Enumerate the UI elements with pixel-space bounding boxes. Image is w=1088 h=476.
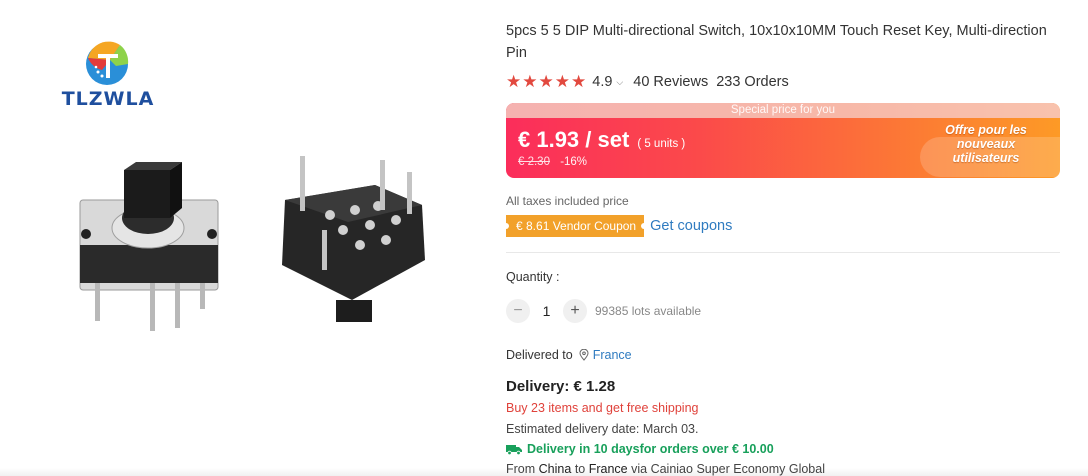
rating-value[interactable]: 4.9 [592, 74, 612, 90]
lots-available: 99385 lots available [595, 304, 702, 318]
quantity-stepper: − 1 + 99385 lots available [506, 299, 701, 323]
estimated-delivery: Estimated delivery date: March 03. [506, 422, 698, 436]
delivery-cost: Delivery: € 1.28 [506, 378, 616, 395]
orders-count: 233 Orders [716, 74, 789, 90]
delivered-to: Delivered to France [506, 348, 632, 362]
product-image[interactable] [60, 150, 440, 350]
increase-quantity-button[interactable]: + [563, 299, 587, 323]
current-price: € 1.93 / set [518, 127, 630, 152]
original-price: € 2.30 [518, 156, 550, 168]
vendor-coupon[interactable]: € 8.61 Vendor Coupon [502, 215, 648, 237]
price-units: ( 5 units ) [637, 138, 686, 150]
original-price-row: € 2.30 -16% [518, 156, 587, 168]
get-coupons-link[interactable]: Get coupons [650, 218, 732, 234]
brand-name: TLZWLA [61, 88, 155, 110]
star-rating[interactable]: ★ ★ ★ ★ ★ [506, 72, 586, 92]
discount-badge: -16% [560, 156, 588, 168]
quantity-input[interactable]: 1 [530, 303, 563, 319]
free-shipping-note: Buy 23 items and get free shipping [506, 401, 699, 415]
country-selector[interactable]: France [593, 348, 632, 362]
new-user-promo[interactable]: Offre pour les nouveaux utilisateurs [922, 123, 1050, 165]
star-icon: ★ [554, 72, 570, 91]
price-main: € 1.93 / set ( 5 units ) [518, 127, 685, 153]
fast-delivery: Delivery in 10 daysfor orders over € 10.… [506, 442, 774, 456]
truck-icon [506, 445, 522, 455]
star-icon: ★ [522, 72, 538, 91]
brand-logo: TLZWLA [46, 40, 170, 112]
special-price-label: Special price for you [506, 103, 1060, 118]
star-icon: ★ [571, 72, 587, 91]
decrease-quantity-button[interactable]: − [506, 299, 530, 323]
estimated-delivery-date: March 03. [642, 422, 699, 436]
delivered-to-label: Delivered to [506, 348, 573, 362]
fast-delivery-text: Delivery in 10 daysfor orders over € 10.… [527, 442, 774, 456]
product-title: 5pcs 5 5 DIP Multi-directional Switch, 1… [506, 23, 1047, 61]
product-gallery: TLZWLA [0, 0, 480, 476]
estimated-delivery-label: Estimated delivery date: [506, 422, 640, 436]
rating-row: ★ ★ ★ ★ ★ 4.9 ⌵ 40 Reviews 233 Orders [506, 72, 789, 92]
coupon-row: € 8.61 Vendor Coupon Get coupons [502, 214, 732, 238]
brand-logo-icon [86, 41, 129, 85]
reviews-link[interactable]: 40 Reviews [633, 74, 708, 90]
star-icon: ★ [506, 72, 522, 91]
price-banner: Special price for you € 1.93 / set ( 5 u… [506, 103, 1060, 178]
location-pin-icon [579, 349, 589, 361]
bottom-shadow [0, 468, 1088, 476]
taxes-note: All taxes included price [506, 194, 629, 208]
star-icon: ★ [538, 72, 554, 91]
chevron-down-icon[interactable]: ⌵ [616, 77, 623, 88]
quantity-label: Quantity : [506, 270, 560, 284]
divider [506, 252, 1060, 253]
